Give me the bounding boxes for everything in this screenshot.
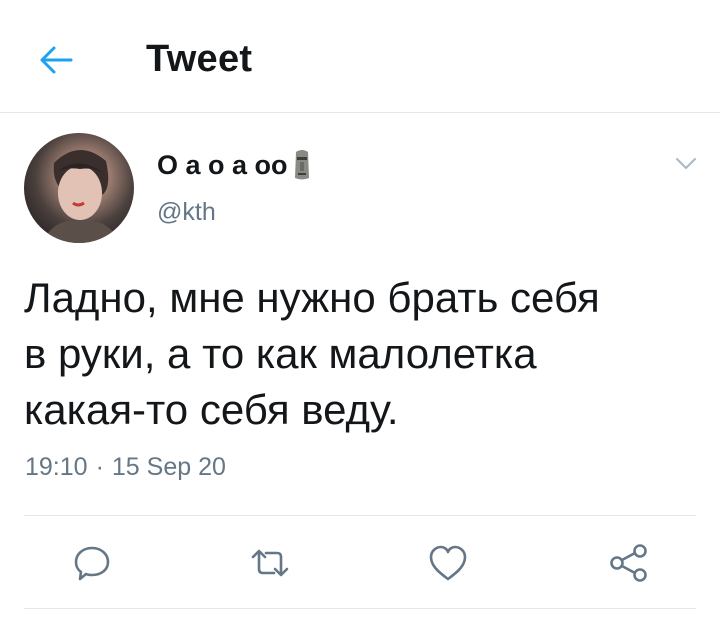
tweet-text: Ладно, мне нужно брать себя в руки, а то…	[24, 270, 684, 438]
like-icon	[429, 545, 467, 581]
tweet-text-line: Ладно, мне нужно брать себя	[24, 274, 600, 321]
tweet-text-line: какая-то себя веду.	[24, 386, 399, 433]
tweet-date: 15 Sep 20	[111, 453, 226, 481]
author-name-row[interactable]: О а о а оо	[157, 148, 312, 182]
back-button[interactable]	[34, 38, 78, 82]
tweet-timestamp: 19:10 · 15 Sep 20	[25, 453, 226, 482]
share-icon	[610, 544, 647, 582]
retweet-button[interactable]	[246, 540, 294, 586]
share-button[interactable]	[604, 540, 652, 586]
avatar-image	[42, 149, 120, 243]
page-title: Tweet	[146, 38, 253, 80]
divider	[24, 515, 696, 516]
arrow-left-icon	[40, 46, 73, 74]
retweet-icon	[251, 549, 289, 577]
avatar[interactable]	[24, 133, 134, 243]
reply-button[interactable]	[68, 540, 116, 586]
top-bar: Tweet	[0, 0, 720, 113]
tweet-time: 19:10	[25, 453, 88, 481]
reply-icon	[74, 546, 110, 581]
moai-icon	[294, 150, 309, 180]
author-name: О а о а оо	[157, 149, 288, 180]
tweet-text-line: в руки, а то как малолетка	[24, 330, 537, 377]
like-button[interactable]	[424, 540, 472, 586]
author-handle[interactable]: @kth	[157, 198, 216, 227]
chevron-down-icon	[676, 158, 696, 169]
meta-separator: ·	[95, 453, 104, 481]
divider	[24, 608, 696, 609]
more-options-button[interactable]	[670, 150, 702, 178]
